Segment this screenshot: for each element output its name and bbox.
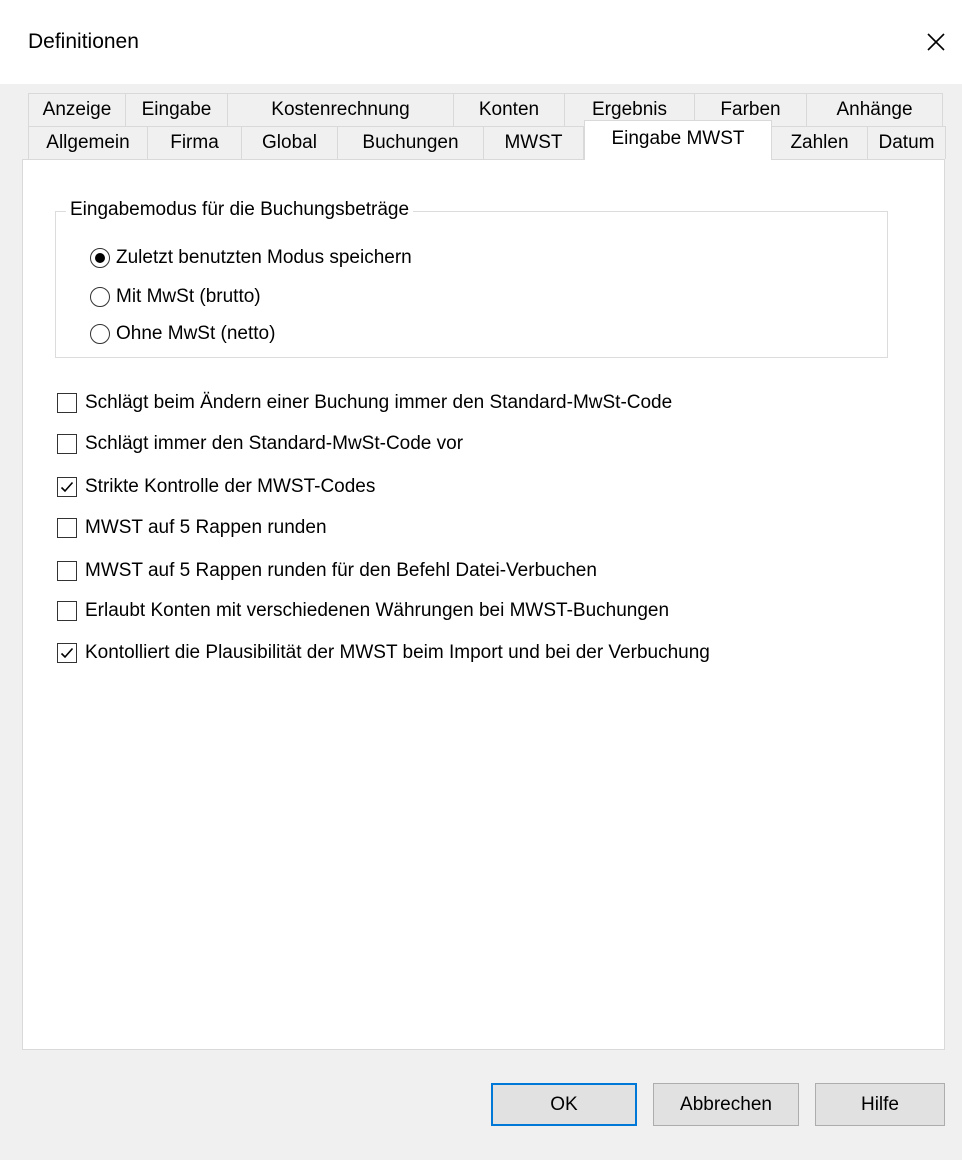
checkbox-box[interactable] (57, 601, 77, 621)
radio-button[interactable] (90, 324, 110, 344)
tab-row-2: Allgemein Firma Global Buchungen MWST Ei… (28, 120, 946, 160)
group-legend: Eingabemodus für die Buchungsbeträge (66, 199, 414, 221)
input-mode-group: Eingabemodus für die Buchungsbeträge Zul… (55, 199, 888, 358)
title-bar: Definitionen (0, 0, 962, 84)
ok-button[interactable]: OK (491, 1083, 637, 1126)
cancel-button[interactable]: Abbrechen (653, 1083, 799, 1126)
tab-anhaenge[interactable]: Anhänge (807, 93, 943, 126)
checkbox-always-default-code[interactable]: Schlägt immer den Standard-MwSt-Code vor (57, 433, 463, 455)
tab-row-1: Anzeige Eingabe Kostenrechnung Konten Er… (28, 93, 943, 127)
tab-kostenrechnung[interactable]: Kostenrechnung (228, 93, 454, 126)
radio-last-mode[interactable]: Zuletzt benutzten Modus speichern (90, 247, 412, 269)
checkbox-box[interactable] (57, 393, 77, 413)
checkbox-box[interactable] (57, 518, 77, 538)
checkbox-label: MWST auf 5 Rappen runden für den Befehl … (85, 560, 597, 581)
radio-button[interactable] (90, 287, 110, 307)
checkbox-round-5-rappen-import[interactable]: MWST auf 5 Rappen runden für den Befehl … (57, 560, 597, 582)
checkbox-label: Schlägt immer den Standard-MwSt-Code vor (85, 433, 464, 454)
checkbox-label: Strikte Kontrolle der MWST-Codes (85, 476, 376, 497)
radio-button-checked[interactable] (90, 248, 110, 268)
checkbox-label: MWST auf 5 Rappen runden (85, 517, 327, 538)
tab-konten[interactable]: Konten (454, 93, 565, 126)
checkbox-strict-control[interactable]: Strikte Kontrolle der MWST-Codes (57, 476, 375, 498)
checkbox-round-5-rappen[interactable]: MWST auf 5 Rappen runden (57, 517, 327, 539)
tab-datum[interactable]: Datum (868, 126, 946, 159)
checkbox-label: Kontolliert die Plausibilität der MWST b… (85, 642, 710, 663)
checkbox-label: Schlägt beim Ändern einer Buchung immer … (85, 392, 673, 413)
checkmark-icon (60, 481, 74, 493)
checkbox-multi-currency[interactable]: Erlaubt Konten mit verschiedenen Währung… (57, 600, 669, 622)
tab-anzeige[interactable]: Anzeige (28, 93, 126, 126)
checkbox-box[interactable] (57, 477, 77, 497)
tab-mwst[interactable]: MWST (484, 126, 584, 159)
checkmark-icon (60, 647, 74, 659)
tab-firma[interactable]: Firma (148, 126, 242, 159)
checkbox-plausibility[interactable]: Kontolliert die Plausibilität der MWST b… (57, 642, 710, 664)
radio-net[interactable]: Ohne MwSt (netto) (90, 323, 275, 345)
radio-label: Zuletzt benutzten Modus speichern (116, 247, 412, 268)
tab-panel: Eingabemodus für die Buchungsbeträge Zul… (22, 159, 945, 1050)
checkbox-change-default-code[interactable]: Schlägt beim Ändern einer Buchung immer … (57, 392, 672, 414)
checkbox-box[interactable] (57, 561, 77, 581)
tab-eingabe[interactable]: Eingabe (126, 93, 228, 126)
tab-global[interactable]: Global (242, 126, 338, 159)
radio-gross[interactable]: Mit MwSt (brutto) (90, 286, 261, 308)
window-title: Definitionen (28, 30, 139, 53)
checkbox-box[interactable] (57, 643, 77, 663)
tab-eingabe-mwst[interactable]: Eingabe MWST (584, 120, 772, 160)
radio-label: Ohne MwSt (netto) (116, 323, 276, 344)
radio-label: Mit MwSt (brutto) (116, 286, 261, 307)
close-button[interactable] (910, 18, 962, 66)
help-button[interactable]: Hilfe (815, 1083, 945, 1126)
tab-buchungen[interactable]: Buchungen (338, 126, 484, 159)
checkbox-box[interactable] (57, 434, 77, 454)
checkbox-label: Erlaubt Konten mit verschiedenen Währung… (85, 600, 670, 621)
close-icon (927, 33, 945, 51)
tab-allgemein[interactable]: Allgemein (28, 126, 148, 159)
tab-zahlen[interactable]: Zahlen (772, 126, 868, 159)
